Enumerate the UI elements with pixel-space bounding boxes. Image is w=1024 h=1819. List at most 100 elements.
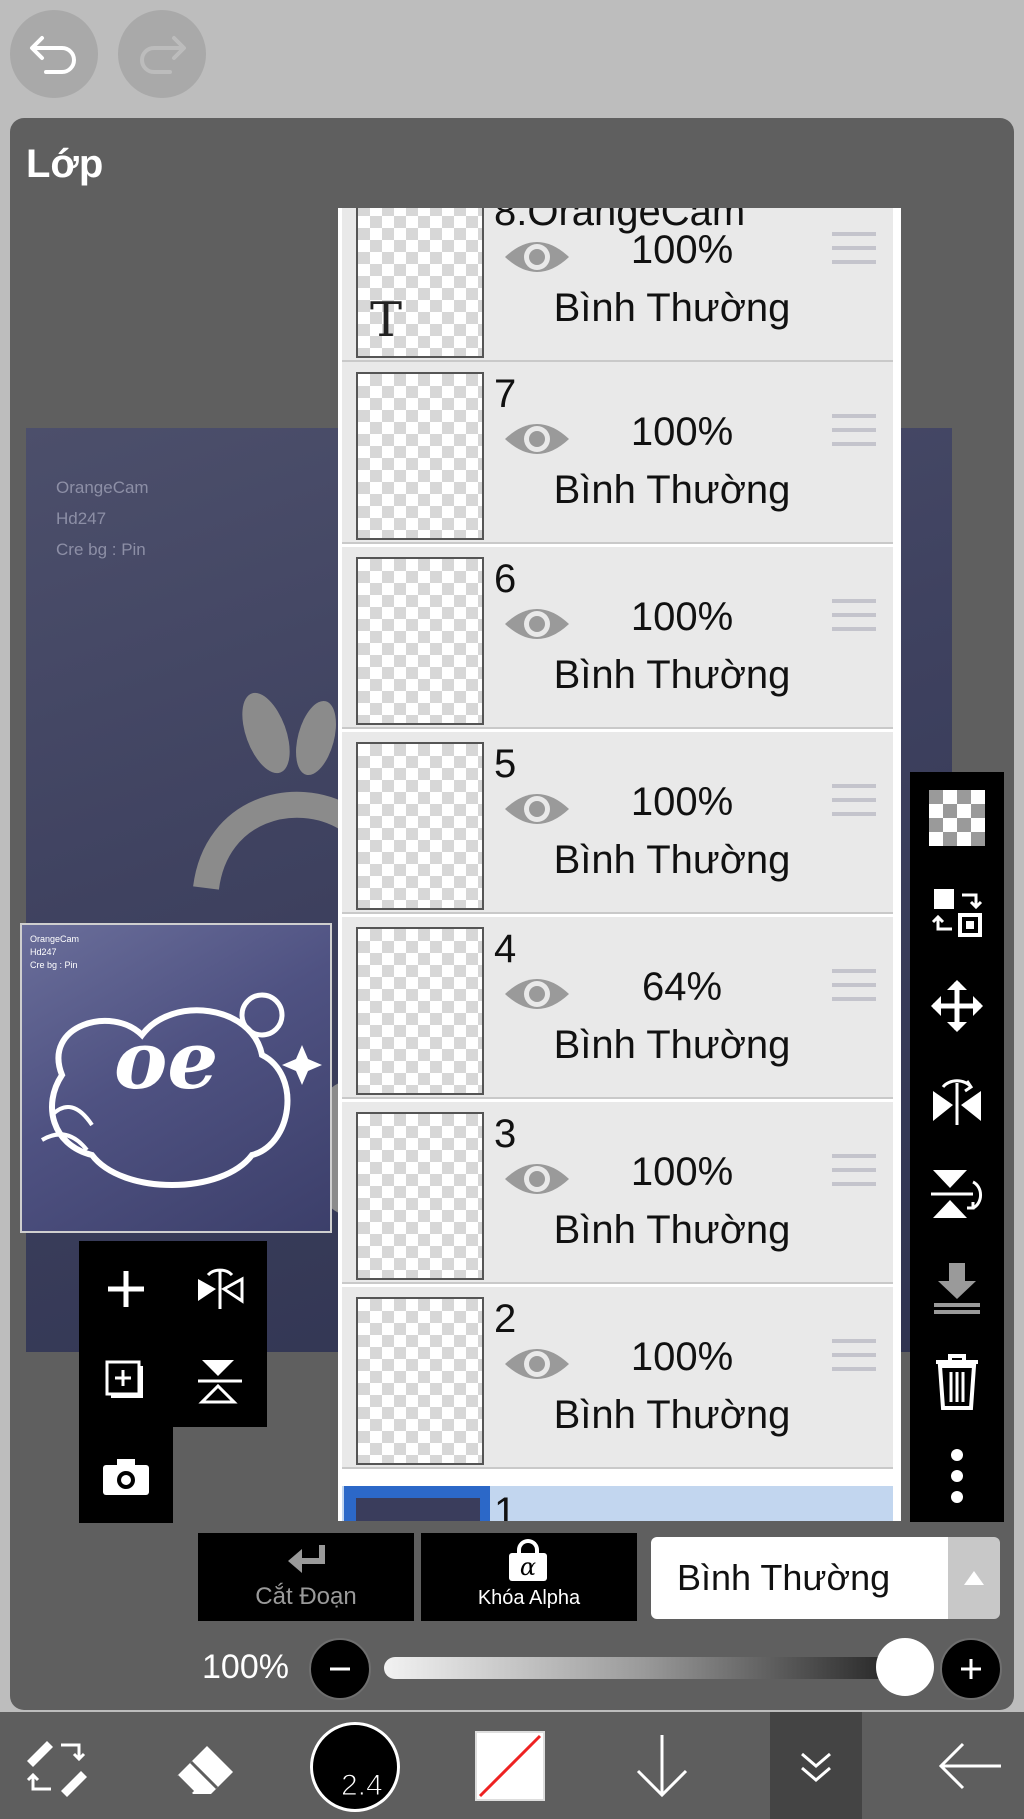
layer-name: 6: [494, 557, 517, 601]
layer-row[interactable]: T 8:OrangeCam 100% Bình Thường: [342, 208, 893, 362]
collapse-icon: [801, 1752, 831, 1782]
merge-down-icon: [934, 1263, 980, 1314]
back-arrow-icon: [938, 1742, 1001, 1789]
eye-icon[interactable]: [502, 414, 572, 464]
layer-opacity: 100%: [630, 1150, 734, 1194]
more-vertical-icon: [951, 1449, 963, 1503]
eye-icon[interactable]: [502, 599, 572, 649]
opacity-slider-track[interactable]: [384, 1657, 902, 1679]
duplicate-layer-button[interactable]: [86, 1341, 166, 1421]
layer-thumbnail: T: [356, 208, 484, 358]
alpha-lock-label: Khóa Alpha: [477, 1587, 581, 1609]
camera-button[interactable]: [86, 1437, 166, 1517]
flip-horizontal-button[interactable]: [180, 1249, 260, 1329]
move-arrows-icon: [931, 980, 983, 1032]
layer-down-button[interactable]: [612, 1712, 712, 1819]
layer-row-selected[interactable]: 1: [342, 1486, 893, 1521]
layer-row[interactable]: 2 100% Bình Thường: [342, 1287, 893, 1469]
transform-swap-button[interactable]: [6, 1712, 106, 1819]
layer-row[interactable]: 7 100% Bình Thường: [342, 362, 893, 544]
layer-blend-mode: Bình Thường: [553, 1208, 791, 1252]
undo-arrow-icon: [30, 36, 76, 74]
eye-icon[interactable]: [502, 1154, 572, 1204]
color-button[interactable]: [460, 1712, 560, 1819]
swap-layers-icon: [931, 889, 983, 937]
opacity-decrease-button[interactable]: [309, 1638, 371, 1700]
flip-vertical-button[interactable]: [180, 1341, 260, 1421]
undo-button[interactable]: [10, 10, 98, 98]
thumb-art-text: oe: [114, 1013, 219, 1107]
blend-mode-value: Bình Thường: [677, 1557, 891, 1598]
canvas-text-line: Hd247: [56, 509, 107, 528]
reference-layer-button[interactable]: [910, 872, 1004, 952]
flip-horizontal-right-button[interactable]: [910, 1060, 1004, 1140]
duplicate-layer-icon: [105, 1360, 143, 1398]
layer-opacity: 100%: [630, 780, 734, 824]
canvas-text-line: OrangeCam: [56, 478, 149, 497]
layer-opacity: 100%: [630, 595, 734, 639]
down-arrow-icon: [636, 1734, 688, 1797]
drag-handle-icon[interactable]: [832, 414, 876, 448]
collapse-panel-button[interactable]: [770, 1712, 862, 1819]
layer-thumbnail: [344, 1486, 490, 1521]
panel-title: Lớp: [26, 142, 104, 186]
opacity-increase-button[interactable]: [940, 1638, 1002, 1700]
eye-icon[interactable]: [502, 969, 572, 1019]
transparency-button[interactable]: [910, 778, 1004, 858]
blend-mode-dropdown-button[interactable]: [948, 1537, 1000, 1619]
merge-down-button[interactable]: [910, 1248, 1004, 1328]
layer-thumbnail: [356, 1297, 484, 1465]
clipping-label: Cắt Đoạn: [255, 1583, 357, 1610]
back-button[interactable]: [920, 1712, 1020, 1819]
layer-thumbnail: [356, 557, 484, 725]
flip-vertical-icon: [931, 1170, 982, 1218]
layer-name: 1: [494, 1490, 517, 1521]
camera-icon: [103, 1459, 149, 1495]
triangle-up-icon: [964, 1571, 984, 1585]
flip-horizontal-icon: [198, 1268, 244, 1309]
brush-size-button[interactable]: 2.4: [306, 1712, 406, 1819]
more-options-button[interactable]: [910, 1436, 1004, 1516]
flip-vertical-right-button[interactable]: [910, 1154, 1004, 1234]
layer-row[interactable]: 6 100% Bình Thường: [342, 547, 893, 729]
opacity-slider-knob[interactable]: [876, 1638, 934, 1696]
checkerboard-icon: [929, 790, 985, 846]
layer-blend-mode: Bình Thường: [553, 468, 791, 512]
flip-horizontal-icon: [933, 1079, 981, 1125]
layer-row[interactable]: 4 64% Bình Thường: [342, 917, 893, 1099]
minus-icon: [330, 1667, 350, 1671]
canvas-thumbnail[interactable]: OrangeCam Hd247 Cre bg : Pin oe: [20, 923, 332, 1233]
layer-row[interactable]: 3 100% Bình Thường: [342, 1102, 893, 1284]
delete-layer-button[interactable]: [910, 1342, 1004, 1422]
brush-size-value: 2.4: [341, 1769, 384, 1803]
layer-name: 4: [494, 927, 517, 971]
eye-icon[interactable]: [502, 784, 572, 834]
plus-icon: [961, 1659, 981, 1679]
redo-button[interactable]: [118, 10, 206, 98]
drag-handle-icon[interactable]: [832, 232, 876, 266]
add-layer-button[interactable]: [86, 1249, 166, 1329]
eye-icon[interactable]: [502, 1339, 572, 1389]
drag-handle-icon[interactable]: [832, 599, 876, 633]
alpha-lock-button[interactable]: α Khóa Alpha: [421, 1533, 637, 1621]
layer-blend-mode: Bình Thường: [553, 653, 791, 697]
layer-name: 7: [494, 372, 517, 416]
eye-icon[interactable]: [502, 232, 572, 282]
eraser-button[interactable]: [156, 1712, 256, 1819]
drag-handle-icon[interactable]: [832, 1154, 876, 1188]
move-button[interactable]: [910, 966, 1004, 1046]
layer-row[interactable]: 5 100% Bình Thường: [342, 732, 893, 914]
layer-name: 5: [494, 742, 517, 786]
drag-handle-icon[interactable]: [832, 969, 876, 1003]
clipping-arrow-icon: [288, 1545, 325, 1573]
drag-handle-icon[interactable]: [832, 1339, 876, 1373]
plus-icon: [108, 1271, 144, 1307]
blend-mode-select[interactable]: Bình Thường: [651, 1537, 948, 1619]
layer-thumbnail: [356, 742, 484, 910]
opacity-label: 100%: [202, 1648, 289, 1686]
lock-icon: α: [509, 1539, 547, 1581]
layer-list[interactable]: T 8:OrangeCam 100% Bình Thường 7 100% Bì…: [338, 208, 901, 1521]
clipping-button[interactable]: Cắt Đoạn: [198, 1533, 414, 1621]
drag-handle-icon[interactable]: [832, 784, 876, 818]
layer-opacity: 100%: [630, 410, 734, 454]
